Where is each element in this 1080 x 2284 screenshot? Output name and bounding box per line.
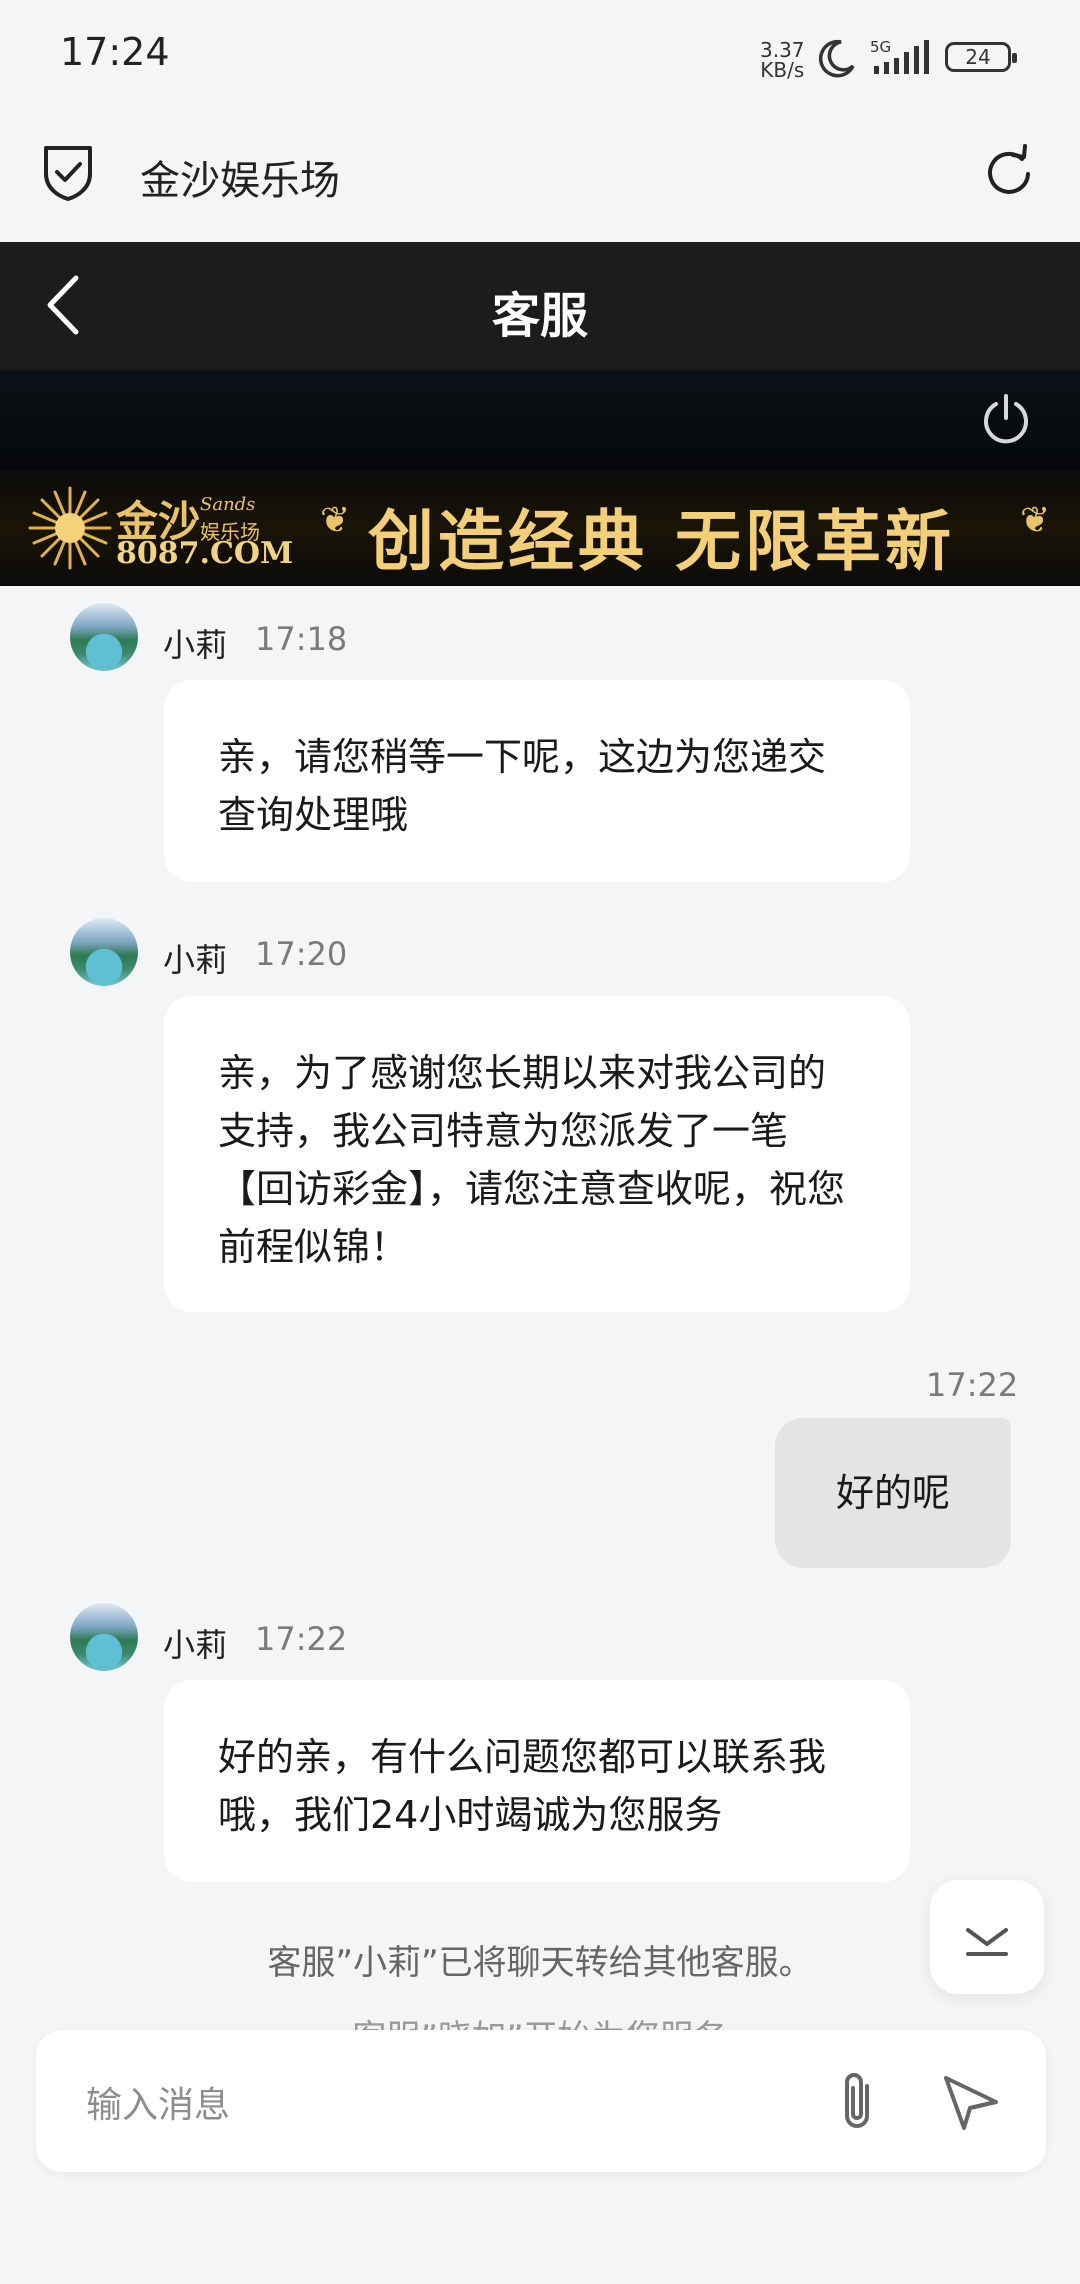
network-type: 5G [870,38,891,56]
signal-icon: 5G [870,38,936,82]
system-notice-partial: 客服”晓如”开始为您服务 [0,2010,1080,2032]
message-bubble[interactable]: 亲，请您稍等一下呢，这边为您递交查询处理哦 [164,680,910,882]
sender-name: 小莉 [163,1626,228,1664]
network-speed-unit: KB/s [760,58,805,82]
network-speed: 3.37 KB/s [760,40,805,80]
shield-check-icon[interactable] [40,142,96,206]
message-bubble[interactable]: 亲，为了感谢您长期以来对我公司的支持，我公司特意为您派发了一笔【回访彩金】，请您… [164,996,910,1312]
page-title: 金沙娱乐场 [140,158,340,204]
ornament-right-icon: ❦ [1020,500,1051,541]
battery-icon: 24 [945,42,1017,72]
power-icon[interactable] [978,390,1034,450]
header-band [0,370,1080,470]
chevron-down-icon [966,1928,1008,1956]
moon-icon [815,38,857,84]
message-time: 17:22 [255,1620,348,1658]
message-time: 17:18 [255,620,348,658]
message-time: 17:20 [255,935,348,973]
system-notice: 客服”小莉”已将聊天转给其他客服。 [267,1943,813,1983]
message-input[interactable]: 输入消息 [86,2076,230,2128]
sun-logo-icon [26,484,114,576]
chat-title: 客服 [491,288,588,344]
scroll-to-bottom-button[interactable] [930,1880,1044,1994]
paperclip-icon[interactable] [835,2068,879,2138]
refresh-icon[interactable] [980,144,1038,206]
message-time: 17:22 [926,1366,1019,1404]
message-bubble[interactable]: 好的亲，有什么问题您都可以联系我哦，我们24小时竭诚为您服务 [164,1680,910,1882]
agent-avatar[interactable] [70,918,138,986]
network-speed-value: 3.37 [760,38,805,62]
brand-sands: Sands [200,494,256,515]
sender-name: 小莉 [163,941,228,979]
send-icon[interactable] [940,2070,1002,2136]
ornament-left-icon: ❦ [320,500,351,541]
agent-avatar[interactable] [70,1603,138,1671]
agent-avatar[interactable] [70,603,138,671]
brand-url: 8087.COM [116,536,294,571]
status-time: 17:24 [60,30,170,74]
sender-name: 小莉 [163,626,228,664]
my-message-bubble[interactable]: 好的呢 [775,1418,1011,1568]
banner-slogan: 创造经典 无限革新 [368,502,955,580]
